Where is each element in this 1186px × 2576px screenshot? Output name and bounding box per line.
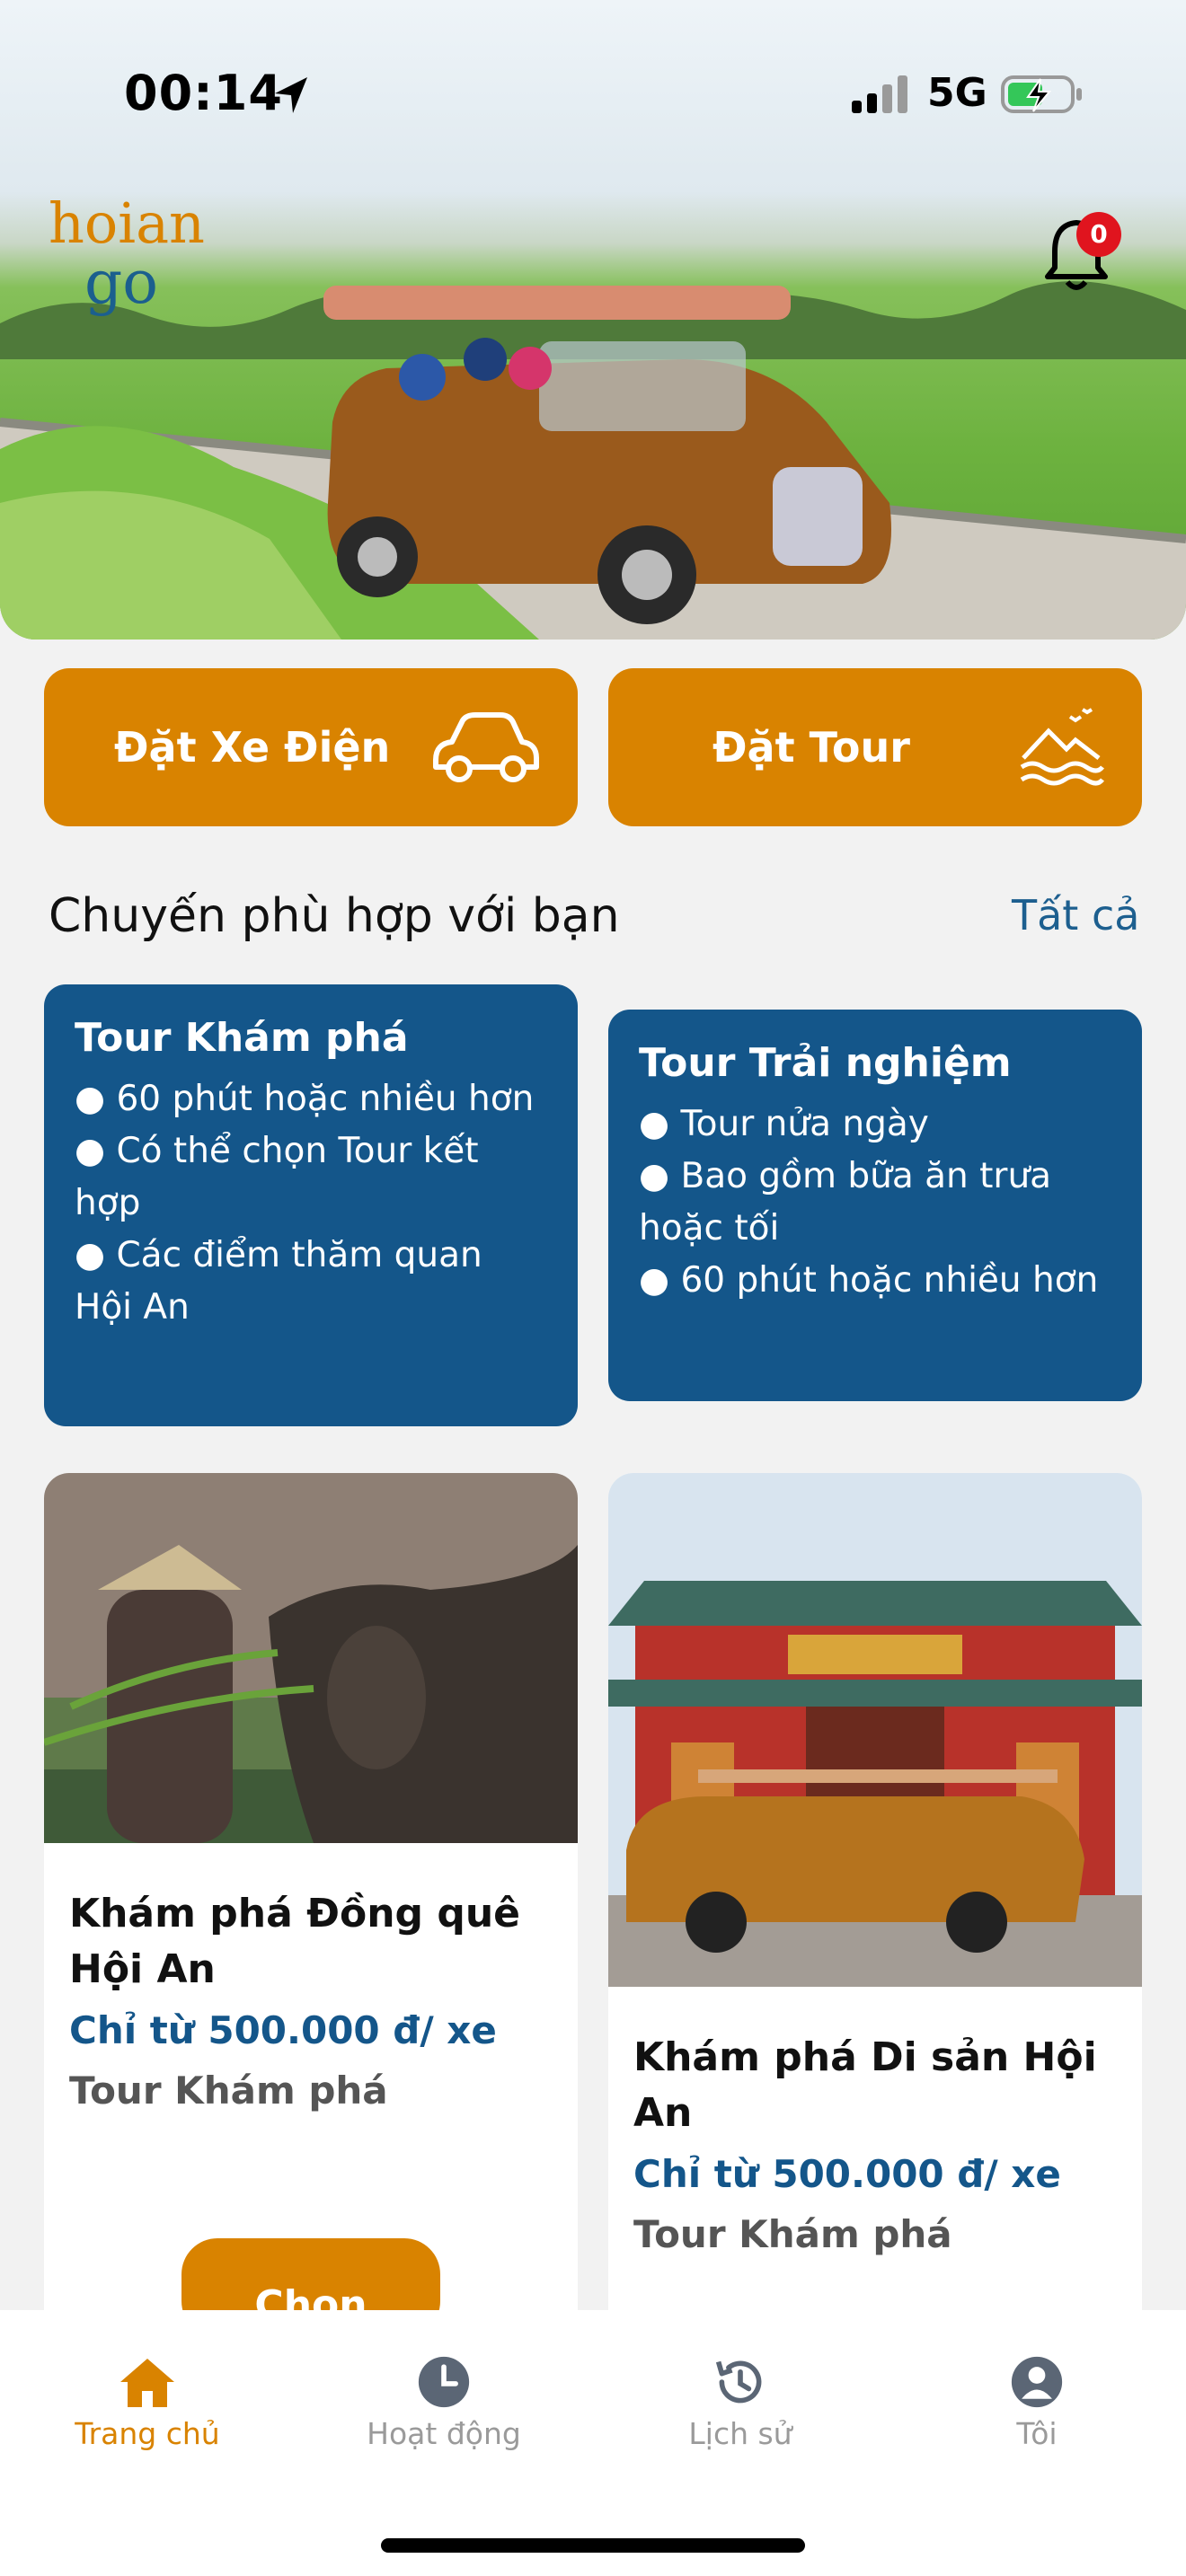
tab-label: Tôi [1016, 2416, 1058, 2451]
tour-type-feature: 60 phút hoặc nhiều hơn [75, 1073, 547, 1125]
home-icon [120, 2359, 174, 2407]
see-all-link[interactable]: Tất cả [1012, 891, 1139, 940]
choose-button[interactable]: Chọn [181, 2238, 440, 2310]
user-icon [1011, 2356, 1063, 2408]
book-tour-button[interactable]: Đặt Tour [608, 668, 1142, 826]
car-icon [433, 712, 539, 782]
tour-card-heritage[interactable]: Khám phá Di sản Hội An Chỉ từ 500.000 đ/… [608, 1473, 1142, 2310]
status-time: 00:14 [124, 65, 283, 121]
tab-label: Trang chủ [75, 2416, 220, 2451]
tab-profile[interactable]: Tôi [938, 2355, 1136, 2451]
tour-card-countryside[interactable]: Khám phá Đồng quê Hội An Chỉ từ 500.000 … [44, 1473, 578, 2310]
history-icon [715, 2360, 762, 2404]
logo-hoian: hoian [49, 190, 205, 256]
tab-label: Lịch sử [688, 2416, 792, 2451]
tour-type-feature: Bao gồm bữa ăn trưa hoặc tối [639, 1151, 1111, 1255]
tour-type-feature: Có thể chọn Tour kết hợp [75, 1125, 547, 1230]
tab-history[interactable]: Lịch sử [642, 2355, 839, 2451]
tour-type-title: Tour Khám phá [75, 1015, 409, 1061]
battery-charging-icon [1001, 75, 1082, 113]
tour-type-title: Tour Trải nghiệm [639, 1040, 1012, 1086]
signal-icon [852, 75, 907, 113]
tour-image-buffalo [44, 1473, 578, 1843]
network-type: 5G [927, 70, 987, 116]
book-electric-car-label: Đặt Xe Điện [114, 723, 391, 772]
tab-home[interactable]: Trang chủ [49, 2355, 246, 2451]
clock-icon [418, 2356, 470, 2408]
tour-image-heritage [608, 1473, 1142, 1987]
tour-category: Tour Khám phá [69, 2069, 388, 2113]
book-tour-label: Đặt Tour [712, 723, 910, 772]
tour-title: Khám phá Đồng quê Hội An [69, 1891, 521, 1992]
tour-type-experience-card[interactable]: Tour Trải nghiệm Tour nửa ngày Bao gồm b… [608, 1010, 1142, 1401]
notification-badge: 0 [1076, 212, 1121, 257]
home-indicator [381, 2538, 805, 2553]
tour-type-explore-card[interactable]: Tour Khám phá 60 phút hoặc nhiều hơn Có … [44, 984, 578, 1426]
tour-type-feature: 60 phút hoặc nhiều hơn [639, 1255, 1111, 1307]
tour-type-feature: Tour nửa ngày [639, 1098, 1111, 1151]
tour-title: Khám phá Di sản Hội An [633, 2034, 1097, 2136]
section-title: Chuyến phù hợp với bạn [49, 889, 620, 943]
tour-price: Chỉ từ 500.000 đ/ xe [69, 2008, 497, 2052]
tab-label: Hoạt động [367, 2416, 521, 2451]
tour-landscape-icon [1020, 708, 1104, 786]
location-arrow-icon [275, 77, 307, 113]
tour-price: Chỉ từ 500.000 đ/ xe [633, 2152, 1061, 2196]
book-electric-car-button[interactable]: Đặt Xe Điện [44, 668, 578, 826]
tour-category: Tour Khám phá [633, 2212, 952, 2256]
tab-activity[interactable]: Hoạt động [345, 2355, 543, 2451]
logo-go: go [84, 248, 158, 317]
tour-type-feature: Các điểm thăm quan Hội An [75, 1230, 547, 1334]
